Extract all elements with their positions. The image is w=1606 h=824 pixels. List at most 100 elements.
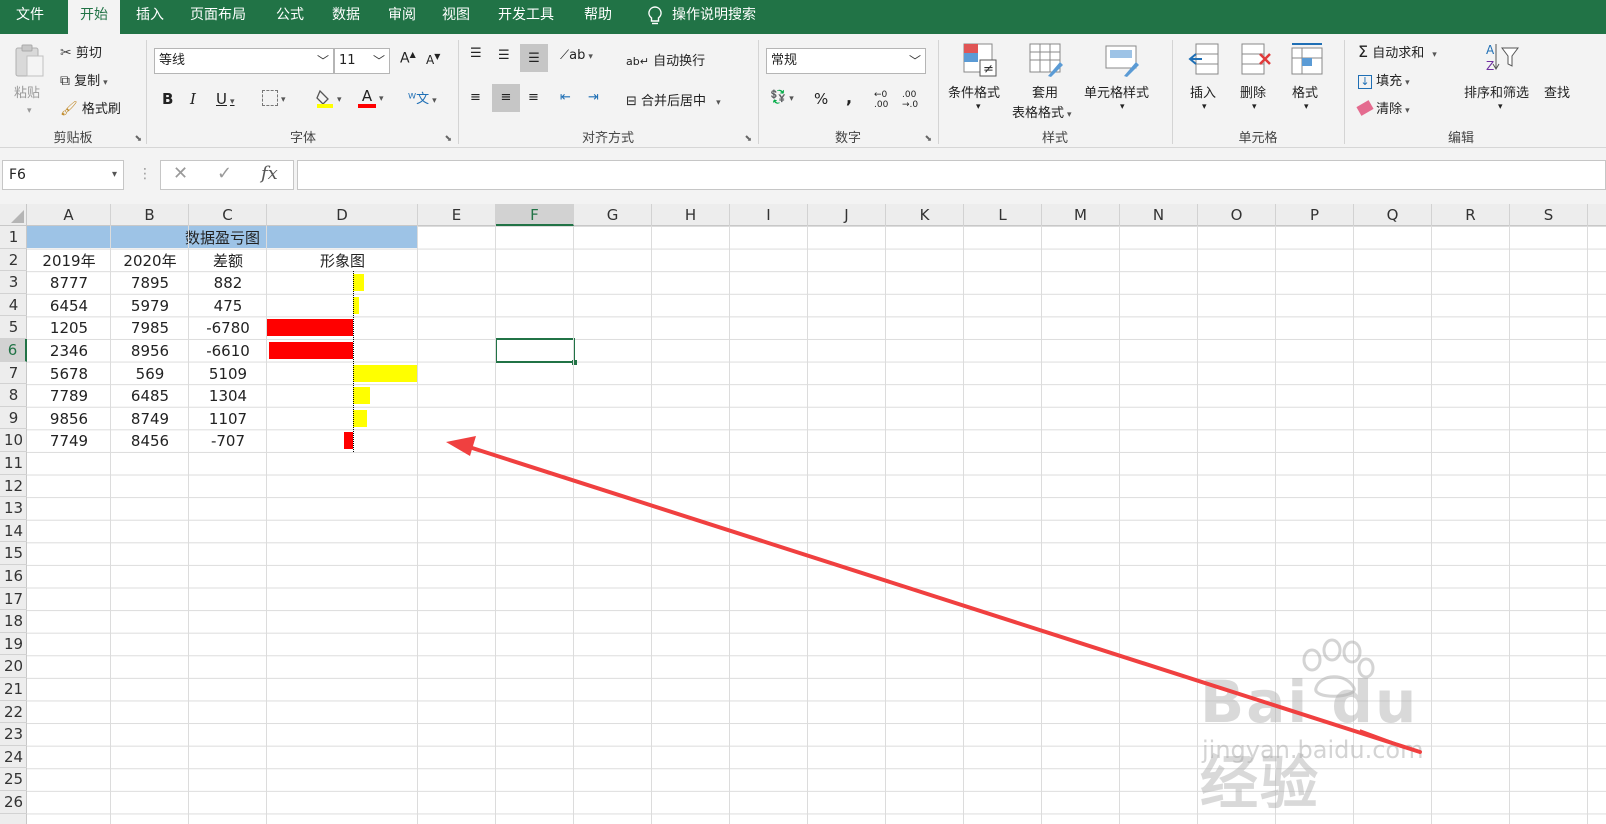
cell-b8[interactable]: 6485	[111, 384, 189, 406]
tab-view[interactable]: 视图	[430, 0, 482, 34]
cell-c6[interactable]: -6610	[189, 339, 267, 361]
row-header-14[interactable]: 14	[0, 520, 27, 543]
column-header-s[interactable]: S	[1510, 204, 1588, 226]
percent-button[interactable]: %	[814, 90, 828, 108]
row-header-10[interactable]: 10	[0, 429, 27, 452]
row-header-6[interactable]: 6	[0, 339, 27, 362]
align-right-button[interactable]: ≡	[528, 90, 539, 105]
column-header-c[interactable]: C	[189, 204, 267, 226]
conditional-format-button[interactable]: 条件格式	[948, 82, 1000, 101]
cell-a6[interactable]: 2346	[27, 339, 111, 361]
format-cells-button[interactable]: 格式	[1292, 82, 1318, 101]
cell-a7[interactable]: 5678	[27, 362, 111, 384]
delete-cells-button[interactable]: 删除	[1240, 82, 1266, 101]
cell-a8[interactable]: 7789	[27, 384, 111, 406]
column-header-n[interactable]: N	[1120, 204, 1198, 226]
formula-bar-splitter-icon[interactable]: ⋮	[138, 166, 152, 182]
merged-title-cell[interactable]: 数据盈亏图	[27, 226, 418, 248]
accounting-format-button[interactable]: 💱 ▾	[770, 90, 794, 105]
bold-button[interactable]: B	[162, 90, 173, 108]
cell-c9[interactable]: 1107	[189, 407, 267, 429]
tab-review[interactable]: 审阅	[376, 0, 428, 34]
cell-a5[interactable]: 1205	[27, 316, 111, 338]
autosum-button[interactable]: Σ 自动求和 ▾	[1358, 42, 1437, 61]
cell-a4[interactable]: 6454	[27, 294, 111, 316]
phonetic-button[interactable]: ᵂ文 ▾	[408, 88, 437, 107]
cell-a10[interactable]: 7749	[27, 429, 111, 451]
format-as-table-icon[interactable]	[1028, 42, 1064, 78]
row-header-2[interactable]: 2	[0, 249, 27, 272]
column-header-d[interactable]: D	[267, 204, 418, 226]
header-cell-diff[interactable]: 差额	[189, 249, 267, 271]
number-launcher-icon[interactable]: ⬊	[924, 134, 932, 144]
row-header-26[interactable]: 26	[0, 791, 27, 814]
row-header-20[interactable]: 20	[0, 655, 27, 678]
row-header-21[interactable]: 21	[0, 678, 27, 701]
decrease-decimal-button[interactable]: .00 →.0	[902, 90, 918, 110]
cell-c4[interactable]: 475	[189, 294, 267, 316]
sort-filter-button[interactable]: 排序和筛选	[1464, 82, 1529, 101]
clear-button[interactable]: 清除 ▾	[1356, 98, 1410, 117]
row-header-22[interactable]: 22	[0, 701, 27, 724]
cell-b4[interactable]: 5979	[111, 294, 189, 316]
cell-b5[interactable]: 7985	[111, 316, 189, 338]
cell-b6[interactable]: 8956	[111, 339, 189, 361]
cell-styles-icon[interactable]	[1104, 42, 1140, 78]
font-launcher-icon[interactable]: ⬊	[444, 134, 452, 144]
find-select-button[interactable]: 查找	[1544, 82, 1604, 101]
format-painter-button[interactable]: 🖌 格式刷	[60, 98, 121, 117]
row-header-25[interactable]: 25	[0, 768, 27, 791]
header-cell-2019[interactable]: 2019年	[27, 249, 111, 271]
tab-developer[interactable]: 开发工具	[486, 0, 566, 34]
align-bottom-button[interactable]: ☰	[520, 44, 548, 72]
row-header-24[interactable]: 24	[0, 746, 27, 769]
borders-button[interactable]: ▾	[262, 90, 286, 106]
cell-c3[interactable]: 882	[189, 271, 267, 293]
align-middle-button[interactable]: ☰	[498, 48, 510, 63]
sort-filter-icon[interactable]: AZ	[1484, 40, 1520, 76]
column-header-l[interactable]: L	[964, 204, 1042, 226]
active-cell-f6[interactable]	[495, 338, 577, 365]
column-header-q[interactable]: Q	[1354, 204, 1432, 226]
row-header-17[interactable]: 17	[0, 588, 27, 611]
tab-file[interactable]: 文件	[4, 0, 56, 34]
select-all-corner[interactable]	[0, 204, 27, 226]
wrap-text-button[interactable]: ab↵ 自动换行	[626, 50, 705, 69]
font-color-button[interactable]: A ▾	[358, 88, 384, 108]
row-header-15[interactable]: 15	[0, 542, 27, 565]
row-header-5[interactable]: 5	[0, 316, 27, 339]
row-header-23[interactable]: 23	[0, 723, 27, 746]
cell-b10[interactable]: 8456	[111, 429, 189, 451]
column-header-p[interactable]: P	[1276, 204, 1354, 226]
cell-c8[interactable]: 1304	[189, 384, 267, 406]
column-header-b[interactable]: B	[111, 204, 189, 226]
shrink-font-button[interactable]: A▼	[426, 52, 440, 67]
cell-styles-button[interactable]: 单元格样式	[1084, 82, 1149, 101]
cancel-icon[interactable]: ✕	[173, 163, 188, 184]
cell-b9[interactable]: 8749	[111, 407, 189, 429]
tab-home[interactable]: 开始	[68, 0, 120, 34]
orientation-button[interactable]: ⟋ab ▾	[560, 48, 593, 63]
italic-button[interactable]: I	[190, 90, 196, 108]
cut-button[interactable]: ✂ 剪切	[60, 42, 102, 61]
column-header-j[interactable]: J	[808, 204, 886, 226]
insert-cells-icon[interactable]	[1188, 42, 1224, 78]
fill-button[interactable]: ↓ 填充 ▾	[1358, 70, 1410, 89]
align-top-button[interactable]: ☰	[470, 46, 482, 61]
formula-input[interactable]	[297, 160, 1606, 190]
row-header-7[interactable]: 7	[0, 362, 27, 385]
cell-b7[interactable]: 569	[111, 362, 189, 384]
name-box[interactable]: F6 ▾	[2, 160, 124, 190]
tab-help[interactable]: 帮助	[572, 0, 624, 34]
row-header-11[interactable]: 11	[0, 452, 27, 475]
decrease-indent-button[interactable]: ⇤	[560, 90, 571, 105]
tab-page-layout[interactable]: 页面布局	[178, 0, 258, 34]
column-header-k[interactable]: K	[886, 204, 964, 226]
column-header-g[interactable]: G	[574, 204, 652, 226]
format-as-table-label-1[interactable]: 套用	[1032, 82, 1058, 101]
increase-decimal-button[interactable]: ←0.00	[874, 90, 888, 110]
grow-font-button[interactable]: A▲	[400, 50, 416, 67]
tab-data[interactable]: 数据	[320, 0, 372, 34]
align-center-button[interactable]: ≡	[492, 84, 520, 112]
row-header-16[interactable]: 16	[0, 565, 27, 588]
